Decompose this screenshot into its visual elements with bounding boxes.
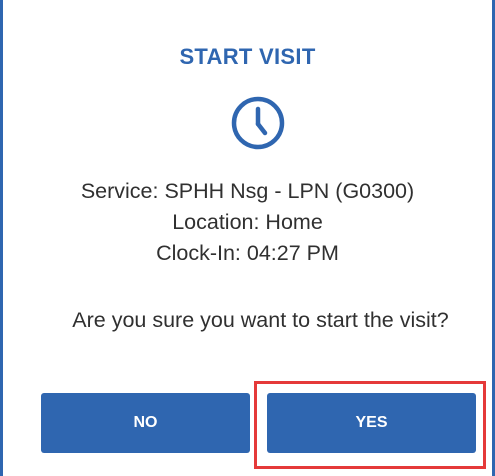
confirmation-question: Are you sure you want to start the visit… — [72, 308, 449, 332]
yes-button-highlight — [254, 381, 486, 469]
dialog-title: START VISIT — [179, 44, 316, 69]
service-text: Service: SPHH Nsg - LPN (G0300) — [80, 179, 415, 203]
no-button[interactable]: NO — [41, 393, 250, 453]
clock-in-text: Clock-In: 04:27 PM — [156, 241, 339, 265]
visit-details: Service: SPHH Nsg - LPN (G0300) Location… — [3, 176, 492, 269]
clock-icon — [231, 96, 285, 150]
screen: START VISIT Service: SPHH Nsg - LPN (G03… — [0, 0, 495, 476]
location-text: Location: Home — [172, 210, 323, 234]
